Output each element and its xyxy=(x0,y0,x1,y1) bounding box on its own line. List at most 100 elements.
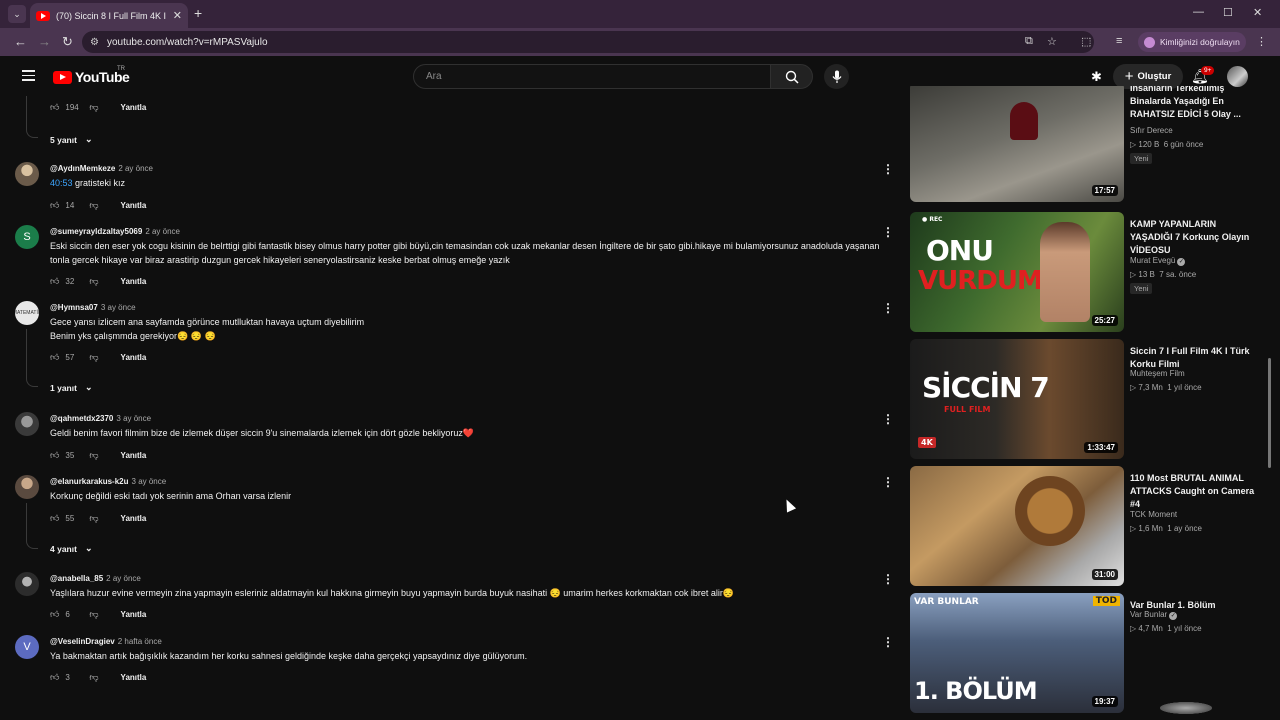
dislike-icon[interactable]: 👎︎ xyxy=(89,450,98,461)
dislike-icon[interactable]: 👎︎ xyxy=(89,352,98,363)
avatar[interactable]: V xyxy=(15,635,39,659)
author-handle[interactable]: @AydınMemkeze xyxy=(50,164,115,173)
like-icon[interactable]: 👍︎ xyxy=(50,200,59,211)
account-avatar[interactable] xyxy=(1227,66,1248,87)
like-icon[interactable]: 👍︎ xyxy=(50,513,59,524)
reply-button[interactable]: Yanıtla xyxy=(121,673,147,682)
dislike-icon[interactable]: 👎︎ xyxy=(89,672,98,683)
more-options-icon[interactable]: ⋮ xyxy=(882,475,894,489)
comment-time[interactable]: 3 ay önce xyxy=(101,303,136,312)
tab-close-icon[interactable]: ✕ xyxy=(173,9,182,22)
site-info-icon[interactable]: ⚙ xyxy=(90,37,99,48)
like-icon[interactable]: 👍︎ xyxy=(50,276,59,287)
dislike-icon[interactable]: 👎︎ xyxy=(89,200,98,211)
dislike-icon[interactable]: 👎︎ xyxy=(89,513,98,524)
channel-name[interactable]: Var Bunlar ✓ xyxy=(1130,610,1178,620)
extensions-icon[interactable]: ⬚ xyxy=(1081,35,1091,48)
studio-icon[interactable]: ✱ xyxy=(1091,69,1102,85)
comment-time[interactable]: 2 ay önce xyxy=(106,574,141,583)
hamburger-menu-icon[interactable] xyxy=(22,70,35,81)
comment-time[interactable]: 2 ay önce xyxy=(145,227,180,236)
avatar[interactable]: S xyxy=(15,225,39,249)
author-handle[interactable]: @sumeyrayldzaltay5069 xyxy=(50,227,142,236)
browser-menu-icon[interactable]: ⋮ xyxy=(1256,35,1267,48)
reload-icon[interactable]: ↻ xyxy=(62,34,73,50)
search-input[interactable] xyxy=(414,65,770,88)
author-handle[interactable]: @anabella_85 xyxy=(50,574,103,583)
reply-button[interactable]: Yanıtla xyxy=(121,514,147,523)
install-app-icon[interactable]: ⧉ xyxy=(1025,35,1033,48)
forward-arrow-icon[interactable]: → xyxy=(38,34,51,49)
like-icon[interactable]: 👍︎ xyxy=(50,352,59,363)
comment-time[interactable]: 2 hafta önce xyxy=(118,637,162,646)
more-options-icon[interactable]: ⋮ xyxy=(882,225,894,239)
video-title[interactable]: İnsanların Terkedilmiş Binalarda Yaşadığ… xyxy=(1130,86,1260,122)
browser-tab[interactable]: (70) Siccin 8 I Full Film 4K I Türk ✕ xyxy=(30,3,188,28)
video-card[interactable]: 31:00 110 Most BRUTAL ANIMAL ATTACKS Cau… xyxy=(910,466,1270,586)
tab-search-button[interactable]: ⌄ xyxy=(8,5,26,23)
profile-chip[interactable]: Kimliğinizi doğrulayın xyxy=(1138,32,1246,52)
like-icon[interactable]: 👍︎ xyxy=(50,102,59,113)
avatar[interactable] xyxy=(15,162,39,186)
maximize-button[interactable]: ☐ xyxy=(1223,6,1233,19)
close-window-button[interactable]: ✕ xyxy=(1253,6,1262,19)
reply-button[interactable]: Yanıtla xyxy=(121,610,147,619)
url-text[interactable]: youtube.com/watch?v=rMPASVajulo xyxy=(107,37,268,48)
voice-search-button[interactable] xyxy=(824,64,849,89)
video-card[interactable]: 17:57 İnsanların Terkedilmiş Binalarda Y… xyxy=(910,86,1270,202)
dislike-icon[interactable]: 👎︎ xyxy=(89,276,98,287)
replies-toggle[interactable]: 5 yanıt ⌄ xyxy=(50,134,92,145)
video-card[interactable]: VAR BUNLAR TOD 1. BÖLÜM 19:37 Var Bunlar… xyxy=(910,593,1270,713)
media-control-icon[interactable]: ≡ xyxy=(1116,35,1122,47)
video-card[interactable]: ● REC ONU VURDUM 25:27 KAMP YAPANLARIN Y… xyxy=(910,212,1270,332)
video-title[interactable]: KAMP YAPANLARIN YAŞADIĞI 7 Korkunç Olayı… xyxy=(1130,218,1260,257)
address-bar[interactable]: ⚙ youtube.com/watch?v=rMPASVajulo xyxy=(82,31,1094,53)
channel-name[interactable]: Muhteşem Film xyxy=(1130,369,1185,378)
replies-toggle[interactable]: 4 yanıt ⌄ xyxy=(50,543,92,554)
video-thumbnail[interactable]: ● REC ONU VURDUM 25:27 xyxy=(910,212,1124,332)
avatar[interactable]: MATEMATİK xyxy=(15,301,39,325)
video-card[interactable]: SİCCİN 7 FULL FILM 4K 1:33:47 Siccin 7 I… xyxy=(910,339,1270,459)
reply-button[interactable]: Yanıtla xyxy=(121,353,147,362)
like-icon[interactable]: 👍︎ xyxy=(50,672,59,683)
comment-time[interactable]: 3 ay önce xyxy=(116,414,151,423)
comment-time[interactable]: 2 ay önce xyxy=(118,164,153,173)
like-icon[interactable]: 👍︎ xyxy=(50,609,59,620)
video-title[interactable]: 110 Most BRUTAL ANIMAL ATTACKS Caught on… xyxy=(1130,472,1260,511)
more-options-icon[interactable]: ⋮ xyxy=(882,301,894,315)
bookmark-star-icon[interactable]: ☆ xyxy=(1047,35,1057,48)
back-arrow-icon[interactable]: ← xyxy=(14,34,27,49)
author-handle[interactable]: @qahmetdx2370 xyxy=(50,414,113,423)
channel-name[interactable]: Murat Evegü ✓ xyxy=(1130,256,1186,266)
minimize-button[interactable]: — xyxy=(1193,6,1204,18)
reply-button[interactable]: Yanıtla xyxy=(121,451,147,460)
author-handle[interactable]: @VeselinDragiev xyxy=(50,637,115,646)
more-options-icon[interactable]: ⋮ xyxy=(882,635,894,649)
author-handle[interactable]: @elanurkarakus-k2u xyxy=(50,477,129,486)
channel-name[interactable]: TCK Moment xyxy=(1130,510,1177,519)
search-box[interactable] xyxy=(413,64,771,89)
scrollbar[interactable] xyxy=(1268,358,1271,468)
more-options-icon[interactable]: ⋮ xyxy=(882,162,894,176)
replies-toggle[interactable]: 1 yanıt ⌄ xyxy=(50,382,92,393)
dislike-icon[interactable]: 👎︎ xyxy=(89,102,98,113)
like-icon[interactable]: 👍︎ xyxy=(50,450,59,461)
video-thumbnail[interactable]: SİCCİN 7 FULL FILM 4K 1:33:47 xyxy=(910,339,1124,459)
author-handle[interactable]: @Hymnsa07 xyxy=(50,303,98,312)
new-tab-button[interactable]: + xyxy=(194,5,202,21)
video-thumbnail[interactable]: 17:57 xyxy=(910,86,1124,202)
search-button[interactable] xyxy=(770,64,813,89)
avatar[interactable] xyxy=(15,475,39,499)
reply-button[interactable]: Yanıtla xyxy=(121,103,147,112)
channel-name[interactable]: Sıfır Derece xyxy=(1130,126,1173,135)
video-thumbnail[interactable]: VAR BUNLAR TOD 1. BÖLÜM 19:37 xyxy=(910,593,1124,713)
video-thumbnail[interactable]: 31:00 xyxy=(910,466,1124,586)
more-options-icon[interactable]: ⋮ xyxy=(882,572,894,586)
reply-button[interactable]: Yanıtla xyxy=(121,277,147,286)
reply-button[interactable]: Yanıtla xyxy=(121,201,147,210)
avatar[interactable] xyxy=(15,412,39,436)
comment-time[interactable]: 3 ay önce xyxy=(132,477,167,486)
timestamp-link[interactable]: 40:53 xyxy=(50,178,73,188)
avatar[interactable] xyxy=(15,572,39,596)
more-options-icon[interactable]: ⋮ xyxy=(882,412,894,426)
